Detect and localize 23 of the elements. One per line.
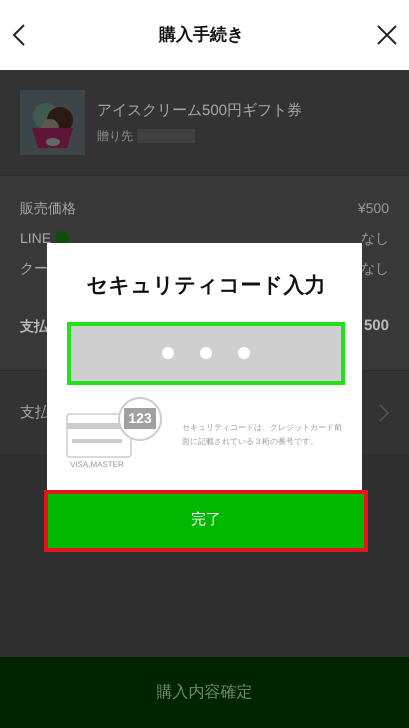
card-brand-label: VISA,MASTER bbox=[70, 458, 124, 470]
row-value: なし bbox=[361, 258, 389, 278]
security-code-field[interactable] bbox=[67, 322, 345, 384]
masked-digit-icon bbox=[162, 347, 174, 359]
row-label: LINE bbox=[20, 228, 52, 248]
row-label: 販売価格 bbox=[20, 198, 76, 218]
back-icon[interactable] bbox=[12, 24, 26, 46]
confirm-button[interactable]: 購入内容確定 bbox=[0, 657, 409, 728]
row-label: 支払 bbox=[20, 316, 48, 336]
done-button[interactable]: 完了 bbox=[44, 490, 368, 552]
row-label: クー bbox=[20, 258, 48, 278]
page-title: 購入手続き bbox=[159, 24, 244, 46]
product-name: アイスクリーム500円ギフト券 bbox=[97, 101, 302, 122]
row-value: 500 bbox=[364, 316, 389, 336]
dialog-title: セキュリティコード入力 bbox=[86, 273, 326, 299]
code-digits: 123 bbox=[124, 408, 156, 429]
row-value: なし bbox=[361, 228, 389, 248]
close-icon[interactable] bbox=[377, 25, 397, 45]
row-value: ¥500 bbox=[358, 198, 389, 218]
masked-digit-icon bbox=[200, 347, 212, 359]
recipient-label: 贈り先 bbox=[97, 128, 133, 145]
hint-text: セキュリティコードは、クレジットカード前面に記載されている３桁の番号です。 bbox=[182, 422, 343, 448]
masked-digit-icon bbox=[238, 347, 250, 359]
